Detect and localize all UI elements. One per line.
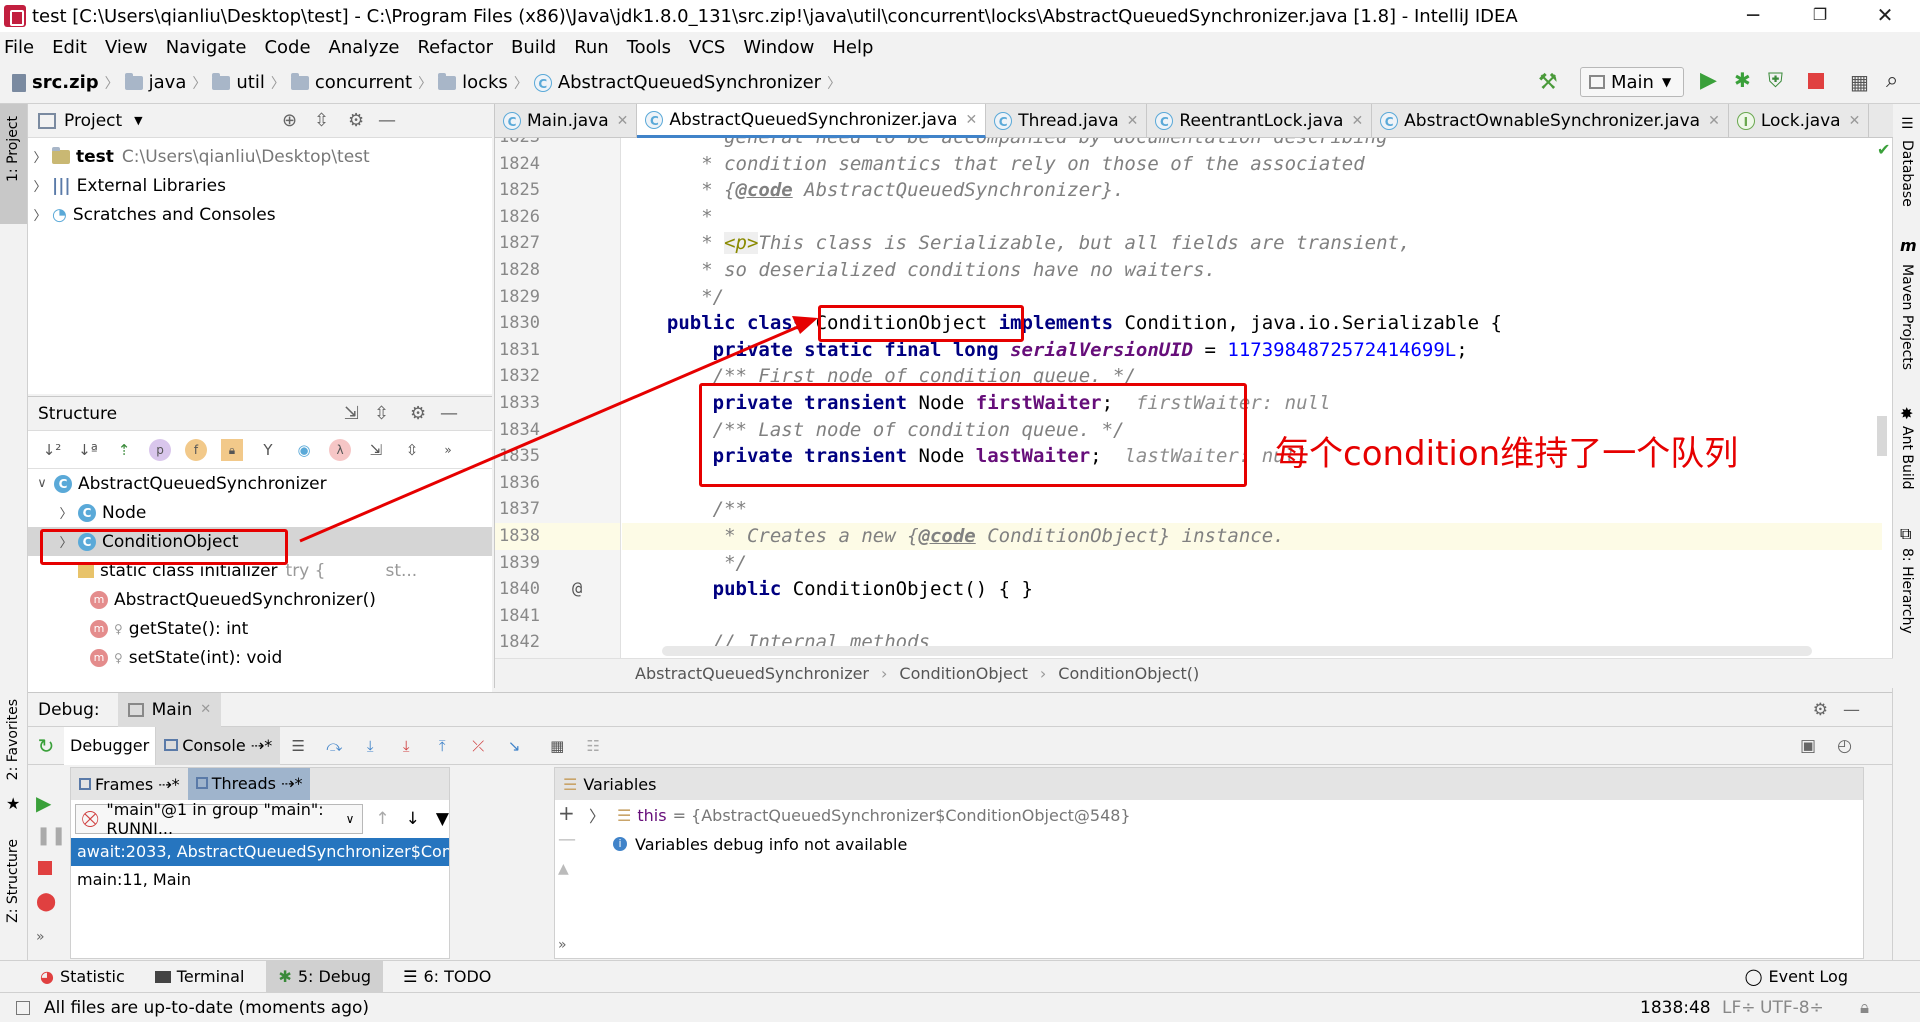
- frames-tabs: Frames ⇢* Threads ⇢*: [71, 768, 449, 800]
- debug-bug-icon: ✱: [278, 967, 292, 986]
- step-into-icon[interactable]: ⤓: [395, 735, 417, 757]
- run-to-cursor-icon[interactable]: ↘: [503, 735, 525, 757]
- step-out-icon[interactable]: ⤒: [431, 735, 453, 757]
- status-bar: All files are up-to-date (moments ago) 1…: [0, 992, 1920, 1022]
- todo-tool-button[interactable]: ☰ 6: TODO: [403, 967, 491, 986]
- frames-tab[interactable]: Frames ⇢*: [71, 775, 188, 794]
- variables-header: ☰ Variables: [555, 768, 1863, 800]
- settings-gauge-icon[interactable]: ◴: [1837, 736, 1852, 756]
- todo-icon: ☰: [403, 967, 418, 986]
- variable-value: = {AbstractQueuedSynchronizer$ConditionO…: [672, 805, 1131, 825]
- variable-info-row: i Variables debug info not available: [555, 830, 1863, 858]
- tool-window-bar: ◕ Statistic Terminal ✱ 5: Debug ☰ 6: TODO ◯…: [0, 960, 1920, 993]
- debug-label: Debug:: [38, 699, 100, 720]
- close-icon[interactable]: ✕: [200, 702, 211, 717]
- restore-layout-icon[interactable]: ▣: [1800, 736, 1816, 756]
- stop-icon[interactable]: [38, 861, 52, 875]
- status-message: All files are up-to-date (moments ago): [44, 997, 370, 1018]
- evaluate-icon[interactable]: ▦: [546, 735, 568, 757]
- variable-info-text: Variables debug info not available: [635, 834, 908, 854]
- threads-tab[interactable]: Threads ⇢*: [187, 768, 311, 800]
- resume-icon[interactable]: ▶: [36, 791, 51, 815]
- show-execution-point-icon[interactable]: ⤼: [323, 735, 345, 757]
- debugger-tab[interactable]: Debugger: [64, 726, 157, 765]
- trace-icon[interactable]: ☷: [582, 735, 604, 757]
- chevron-down-icon: ∨: [345, 812, 355, 826]
- debug-panel: Debug: Main ✕ ⚙ — ↻ Debugger Console ⇢* …: [28, 692, 1892, 960]
- app-config-icon: [127, 702, 144, 717]
- info-icon: i: [613, 837, 627, 851]
- thread-select-value: "main"@1 in group "main": RUNNI...: [106, 800, 324, 838]
- breakpoints-icon[interactable]: ⬤: [36, 891, 56, 912]
- caret-position[interactable]: 1838:48: [1640, 998, 1711, 1018]
- debug-header: Debug: Main ✕ ⚙ —: [28, 692, 1892, 727]
- variables-pane: ☰ Variables 〉 ☰ this = {AbstractQueuedSy…: [554, 767, 1864, 959]
- lock-icon[interactable]: 🔒︎: [1860, 998, 1869, 1018]
- pause-icon[interactable]: ❚❚: [36, 825, 66, 846]
- variable-row[interactable]: 〉 ☰ this = {AbstractQueuedSynchronizer$C…: [555, 800, 1863, 830]
- remove-watch-icon[interactable]: —: [558, 829, 576, 850]
- arrow-up-icon[interactable]: ↑: [375, 809, 389, 829]
- line-separator[interactable]: LF÷: [1722, 998, 1756, 1018]
- frame-item-selected[interactable]: await:2033, AbstractQueuedSynchronizer$C…: [71, 838, 449, 866]
- debug-tool-button[interactable]: ✱ 5: Debug: [266, 960, 384, 993]
- file-encoding[interactable]: UTF-8÷: [1760, 998, 1824, 1018]
- speech-bubble-icon: ◯: [1744, 967, 1763, 986]
- add-watch-icon[interactable]: +: [558, 801, 575, 825]
- thread-select-row: ⛒ "main"@1 in group "main": RUNNI... ∨ ↑…: [71, 800, 449, 838]
- debug-session-tab[interactable]: Main ✕: [117, 692, 222, 727]
- terminal-icon: [154, 970, 171, 983]
- more-icon[interactable]: »: [36, 929, 45, 945]
- toggle-tool-windows-icon[interactable]: [16, 1000, 30, 1015]
- thread-suspended-icon: ⛒: [82, 809, 99, 828]
- move-up-icon[interactable]: ▲: [558, 861, 569, 877]
- object-icon: ☰: [617, 805, 632, 825]
- frame-item[interactable]: main:11, Main: [71, 866, 449, 894]
- chevron-right-icon[interactable]: 〉: [589, 803, 605, 827]
- menu-lines-icon[interactable]: ☰: [287, 735, 309, 757]
- variables-title: Variables: [583, 774, 657, 794]
- variables-icon: ☰: [563, 774, 578, 794]
- variable-name: this: [637, 805, 667, 825]
- hide-icon[interactable]: —: [1843, 700, 1860, 720]
- frames-pane: Frames ⇢* Threads ⇢* ⛒ "main"@1 in group…: [70, 767, 450, 959]
- console-tab[interactable]: Console ⇢*: [156, 726, 281, 765]
- gear-icon[interactable]: ⚙: [1813, 700, 1828, 720]
- thread-select[interactable]: ⛒ "main"@1 in group "main": RUNNI... ∨: [75, 800, 364, 838]
- rerun-icon[interactable]: ↻: [28, 734, 64, 758]
- arrow-down-icon[interactable]: ↓: [406, 809, 420, 829]
- terminal-tool-button[interactable]: Terminal: [154, 967, 244, 986]
- filter-icon[interactable]: ▼: [436, 809, 449, 829]
- step-over-icon[interactable]: ⤓: [359, 735, 381, 757]
- debug-session-label: Main: [151, 699, 193, 720]
- drop-frame-icon[interactable]: ⤫: [467, 735, 489, 757]
- event-log-button[interactable]: ◯ Event Log: [1745, 967, 1848, 986]
- statistic-icon: ◕: [40, 967, 54, 986]
- annotation-text: 每个condition维持了一个队列: [1275, 434, 1739, 474]
- more-icon[interactable]: »: [558, 937, 567, 953]
- statistic-tool-button[interactable]: ◕ Statistic: [40, 967, 125, 986]
- debug-toolbar: ↻ Debugger Console ⇢* ☰ ⤼ ⤓ ⤓ ⤒ ⤫ ↘ ▦ ☷ …: [28, 726, 1892, 765]
